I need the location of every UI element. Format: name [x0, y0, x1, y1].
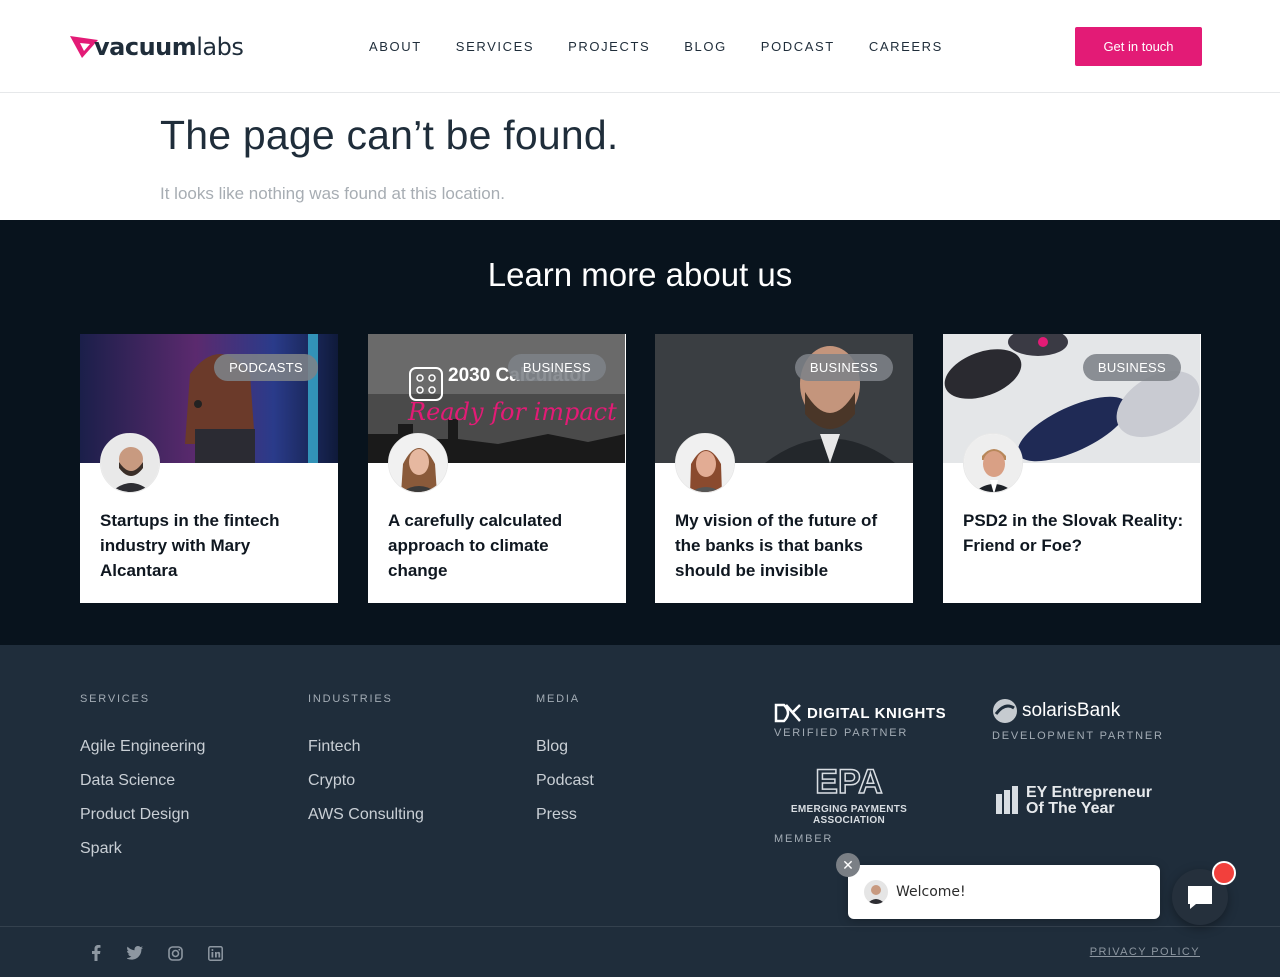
nav-blog[interactable]: BLOG	[684, 39, 727, 54]
footer-link[interactable]: Crypto	[308, 772, 424, 791]
chat-icon	[1188, 886, 1212, 909]
footer-link[interactable]: Blog	[536, 738, 594, 757]
nav-careers[interactable]: CAREERS	[869, 39, 943, 54]
footer-link[interactable]: Data Science	[80, 772, 205, 791]
author-avatar	[963, 433, 1023, 493]
category-badge: BUSINESS	[507, 354, 606, 381]
partner-name: EY Entrepreneur Of The Year	[1026, 784, 1152, 817]
partner-epa[interactable]: EPA EMERGING PAYMENTS ASSOCIATION MEMBER	[774, 762, 924, 845]
category-badge: PODCASTS	[214, 354, 318, 381]
author-avatar	[675, 433, 735, 493]
footer-services: SERVICES Agile Engineering Data Science …	[80, 693, 205, 874]
partner-label: VERIFIED PARTNER	[774, 727, 909, 739]
footer-link[interactable]: Agile Engineering	[80, 738, 205, 757]
footer-link[interactable]: AWS Consulting	[308, 806, 424, 825]
close-icon: ✕	[842, 857, 854, 873]
article-card[interactable]: 2030 Calculator Ready for impact BUSINES…	[368, 334, 626, 603]
chat-welcome-bubble[interactable]: Welcome!	[848, 865, 1160, 919]
image-script: Ready for impact	[408, 398, 617, 426]
footer-link[interactable]: Product Design	[80, 806, 205, 825]
learn-more-heading: Learn more about us	[487, 256, 793, 293]
card-title: Startups in the fintech industry with Ma…	[100, 511, 280, 580]
privacy-policy-link[interactable]: PRIVACY POLICY	[1090, 946, 1200, 958]
epa-logo-icon: EPA	[815, 762, 884, 802]
notification-dot	[1212, 861, 1236, 885]
partner-ey[interactable]: EY Entrepreneur Of The Year	[994, 785, 1156, 817]
nav-podcast[interactable]: PODCAST	[761, 39, 835, 54]
article-card[interactable]: BUSINESS My vision of the future of the …	[655, 334, 913, 603]
nav-services[interactable]: SERVICES	[456, 39, 534, 54]
footer-media: MEDIA Blog Podcast Press	[536, 693, 594, 840]
nav-projects[interactable]: PROJECTS	[568, 39, 650, 54]
solarisbank-logo-icon	[993, 699, 1017, 723]
category-badge: BUSINESS	[794, 354, 893, 381]
chat-close-button[interactable]: ✕	[836, 853, 860, 877]
linkedin-icon[interactable]	[206, 944, 224, 962]
footer-link[interactable]: Podcast	[536, 772, 594, 791]
chat-agent-avatar	[864, 880, 888, 904]
partner-name: solarisBank	[1022, 700, 1121, 721]
ey-logo-icon	[996, 786, 1018, 814]
site-header: vacuumlabs ABOUT SERVICES PROJECTS BLOG …	[0, 0, 1280, 93]
card-title: PSD2 in the Slovak Reality: Friend or Fo…	[963, 511, 1184, 555]
chat-welcome-text: Welcome!	[896, 884, 966, 900]
partner-digital-knights[interactable]: DIGITAL KNIGHTS VERIFIED PARTNER	[774, 703, 946, 739]
author-avatar	[100, 433, 160, 493]
logo-text: vacuumlabs	[94, 33, 244, 61]
author-avatar	[388, 433, 448, 493]
footer-heading: INDUSTRIES	[308, 693, 393, 705]
footer-link[interactable]: Press	[536, 806, 594, 825]
twitter-icon[interactable]	[126, 944, 144, 962]
page-subtitle: It looks like nothing was found at this …	[160, 184, 505, 203]
footer-heading: MEDIA	[536, 693, 580, 705]
nav-about[interactable]: ABOUT	[369, 39, 422, 54]
article-card[interactable]: BUSINESS PSD2 in the Slovak Reality: Fri…	[943, 334, 1201, 603]
partner-solarisbank[interactable]: solarisBank DEVELOPMENT PARTNER	[992, 698, 1164, 742]
category-badge: BUSINESS	[1082, 354, 1181, 381]
footer-link[interactable]: Spark	[80, 840, 205, 859]
article-card[interactable]: PODCASTS Startups in the fintech industr…	[80, 334, 338, 603]
footer-bottom-bar: PRIVACY POLICY	[0, 926, 1280, 977]
main-nav: ABOUT SERVICES PROJECTS BLOG PODCAST CAR…	[369, 39, 977, 54]
partner-label: DEVELOPMENT PARTNER	[992, 730, 1164, 742]
partner-name: EMERGING PAYMENTS ASSOCIATION	[790, 804, 908, 826]
footer-industries: INDUSTRIES Fintech Crypto AWS Consulting	[308, 693, 424, 840]
site-logo[interactable]: vacuumlabs	[70, 33, 244, 61]
learn-more-section: Learn more about us PODCASTS Startups in…	[0, 220, 1280, 645]
facebook-icon[interactable]	[87, 944, 105, 962]
card-title: A carefully calculated approach to clima…	[388, 511, 563, 580]
get-in-touch-button[interactable]: Get in touch	[1075, 27, 1202, 66]
instagram-icon[interactable]	[166, 944, 184, 962]
card-title: My vision of the future of the banks is …	[675, 511, 878, 580]
page-title: The page can’t be found.	[160, 112, 619, 158]
svg-text:EPA: EPA	[815, 763, 882, 799]
partner-label: MEMBER	[774, 833, 834, 845]
footer-heading: SERVICES	[80, 693, 150, 705]
footer-link[interactable]: Fintech	[308, 738, 424, 757]
digital-knights-logo-icon	[774, 703, 801, 723]
partner-name: DIGITAL KNIGHTS	[807, 704, 947, 722]
